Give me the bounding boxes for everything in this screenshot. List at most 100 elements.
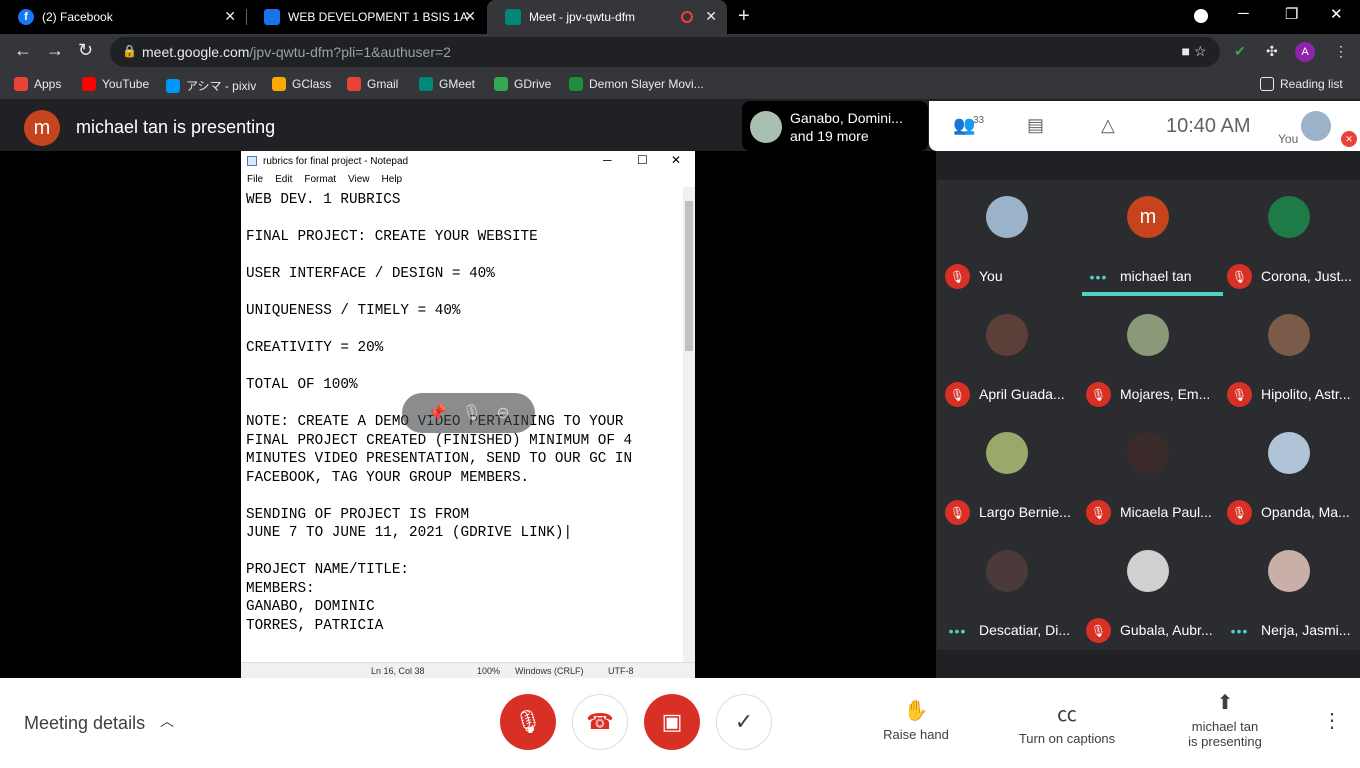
participant-name: Largo Bernie...: [979, 504, 1071, 520]
tab-label: (2) Facebook: [42, 10, 113, 24]
bookmark-gmail[interactable]: Gmail: [347, 77, 398, 91]
speaking-indicator-icon: •••: [1230, 622, 1249, 639]
check-button[interactable]: ✓: [716, 694, 772, 750]
participant-tile[interactable]: 🎙 You: [937, 180, 1078, 298]
participant-name: Nerja, Jasmi...: [1261, 622, 1351, 638]
np-menu-help: Help: [381, 173, 403, 185]
avatar: [986, 432, 1028, 474]
participant-tile[interactable]: 🎙 Micaela Paul...: [1078, 416, 1219, 534]
tab-classroom[interactable]: WEB DEVELOPMENT 1 BSIS 1A (M ✕: [246, 0, 486, 34]
tab-meet[interactable]: Meet - jpv-qwtu-dfm ✕: [487, 0, 727, 34]
bookmark-youtube[interactable]: YouTube: [82, 77, 149, 91]
forward-button[interactable]: →: [46, 40, 64, 61]
close-tab-icon[interactable]: ✕: [705, 8, 717, 25]
notepad-titlebar: rubrics for final project - Notepad ─ ☐ …: [241, 151, 695, 171]
camera-off-button[interactable]: ▣: [644, 694, 700, 750]
reload-button[interactable]: ↻: [78, 40, 93, 61]
muted-mic-icon: 🎙: [945, 382, 970, 407]
participant-tile[interactable]: ••• Descatiar, Di...: [937, 534, 1078, 652]
leave-call-button[interactable]: ☎: [572, 694, 628, 750]
bookmarks-bar: Apps YouTube アシマ - pixiv GClass Gmail GM…: [0, 70, 1360, 100]
avatar: [1268, 550, 1310, 592]
mic-off-icon: 🎙: [514, 709, 542, 734]
chevron-up-icon[interactable]: ︿: [160, 711, 174, 731]
avatar: [986, 550, 1028, 592]
avatar: [1268, 432, 1310, 474]
more-participants: and 19 more: [790, 128, 869, 144]
np-maximize-icon: ☐: [637, 153, 648, 167]
tab-search-icon[interactable]: [1194, 9, 1208, 23]
url-text: meet.google.com/jpv-qwtu-dfm?pli=1&authu…: [142, 44, 451, 60]
new-tab-button[interactable]: +: [738, 5, 750, 28]
more-options-icon[interactable]: ⋮: [1322, 708, 1342, 733]
tv-icon: [569, 77, 583, 91]
screen-share-stage: rubrics for final project - Notepad ─ ☐ …: [0, 151, 936, 678]
raise-hand-button[interactable]: ✋ Raise hand: [876, 698, 956, 742]
clock: 10:40 AM: [1166, 115, 1251, 137]
captions-button[interactable]: ㏄ Turn on captions: [1008, 698, 1126, 746]
participant-tile[interactable]: 🎙 Mojares, Em...: [1078, 298, 1219, 416]
recording-icon: [681, 11, 693, 23]
back-button[interactable]: ←: [14, 40, 32, 61]
classroom-icon: [264, 9, 280, 25]
check-extension-icon[interactable]: ✔: [1234, 43, 1246, 60]
mic-off-button[interactable]: 🎙: [500, 694, 556, 750]
profile-avatar[interactable]: A: [1295, 42, 1315, 62]
youtube-icon: [82, 77, 96, 91]
participant-tile[interactable]: ••• Nerja, Jasmi...: [1219, 534, 1360, 652]
muted-mic-icon: 🎙: [1227, 382, 1252, 407]
restore-button[interactable]: ❐: [1285, 5, 1298, 23]
bookmark-gdrive[interactable]: GDrive: [494, 77, 551, 91]
participant-tile[interactable]: m ••• michael tan: [1078, 180, 1223, 298]
bookmark-gmeet[interactable]: GMeet: [419, 77, 475, 91]
self-avatar[interactable]: [1301, 111, 1331, 141]
participant-tile[interactable]: 🎙 Opanda, Ma...: [1219, 416, 1360, 534]
classroom-icon: [272, 77, 286, 91]
participant-tile[interactable]: 🎙 Gubala, Aubr...: [1078, 534, 1219, 652]
top-participants-chip[interactable]: Ganabo, Domini... and 19 more: [742, 101, 928, 151]
check-icon: ✓: [734, 709, 754, 734]
presentation-overlay-controls[interactable]: 📌 🎙 ⊖: [402, 393, 535, 433]
close-window-button[interactable]: ✕: [1330, 5, 1343, 23]
mute-presenter-icon[interactable]: 🎙: [462, 403, 482, 423]
participant-tile[interactable]: 🎙 Hipolito, Astr...: [1219, 298, 1360, 416]
present-button[interactable]: ⬆ michael tan is presenting: [1170, 690, 1280, 749]
chat-icon[interactable]: ▤: [1027, 115, 1044, 136]
bookmark-demon-slayer[interactable]: Demon Slayer Movi...: [569, 77, 704, 91]
close-tab-icon[interactable]: ✕: [224, 8, 236, 25]
remove-icon[interactable]: ⊖: [496, 403, 509, 423]
activities-icon[interactable]: △: [1101, 115, 1115, 136]
muted-mic-icon: 🎙: [945, 500, 970, 525]
participant-tile[interactable]: 🎙 Largo Bernie...: [937, 416, 1078, 534]
address-bar[interactable]: 🔒 meet.google.com/jpv-qwtu-dfm?pli=1&aut…: [110, 37, 1220, 67]
meeting-details-button[interactable]: Meeting details: [24, 713, 145, 734]
np-menu-format: Format: [304, 173, 337, 185]
np-menu-edit: Edit: [275, 173, 293, 185]
muted-mic-icon: ✕: [1341, 131, 1357, 147]
reading-list-icon: [1260, 77, 1274, 91]
participant-name: You: [979, 268, 1003, 284]
apps-icon: [14, 77, 28, 91]
bookmark-apps[interactable]: Apps: [14, 77, 61, 91]
puzzle-icon[interactable]: ✣: [1266, 43, 1278, 60]
avatar: [1268, 196, 1310, 238]
meet-area: m michael tan is presenting rubrics for …: [0, 101, 1360, 768]
tab-bar: f (2) Facebook ✕ WEB DEVELOPMENT 1 BSIS …: [0, 0, 1360, 34]
reading-list-button[interactable]: Reading list: [1260, 77, 1343, 91]
lock-icon: 🔒: [122, 44, 137, 58]
participant-count: 33: [973, 115, 985, 126]
participant-tile[interactable]: 🎙 Corona, Just...: [1219, 180, 1360, 298]
participant-tile[interactable]: 🎙 April Guada...: [937, 298, 1078, 416]
bookmark-pixiv[interactable]: アシマ - pixiv: [166, 77, 256, 94]
tab-facebook[interactable]: f (2) Facebook ✕: [0, 0, 246, 34]
avatar: m: [1127, 196, 1169, 238]
close-tab-icon[interactable]: ✕: [464, 8, 476, 25]
active-speaker-bar: [1082, 292, 1223, 296]
np-minimize-icon: ─: [603, 153, 612, 167]
notepad-menu: File Edit Format View Help: [241, 171, 695, 187]
menu-icon[interactable]: ⋮: [1334, 43, 1348, 60]
star-icon[interactable]: ☆: [1194, 43, 1207, 60]
pin-icon[interactable]: 📌: [427, 403, 447, 423]
minimize-button[interactable]: ─: [1238, 5, 1249, 22]
bookmark-gclass[interactable]: GClass: [272, 77, 331, 91]
